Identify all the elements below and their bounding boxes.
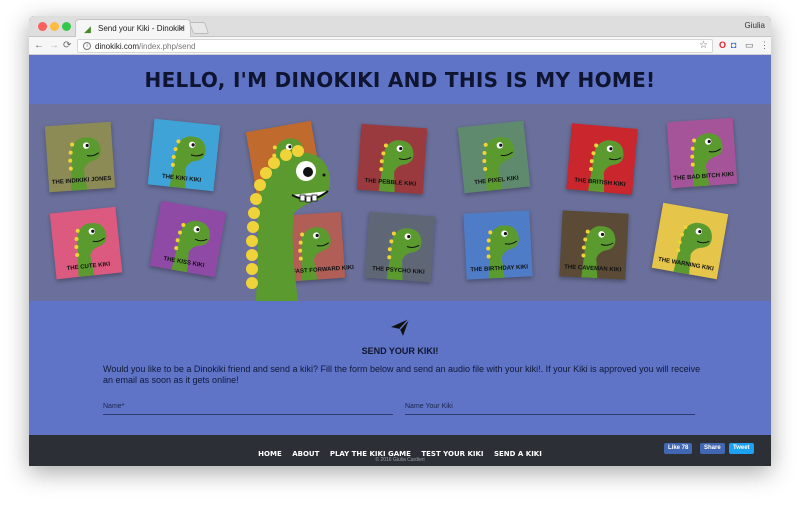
kiki-card[interactable]: THE CAVEMAN KIKI <box>559 210 629 280</box>
cast-icon[interactable]: ▭ <box>745 40 754 51</box>
zoom-window-button[interactable] <box>62 22 71 31</box>
url-path: /index.php/send <box>139 42 196 51</box>
back-icon[interactable]: ← <box>34 40 44 52</box>
kiki-card[interactable]: THE KISS KIKI <box>149 200 227 278</box>
minimize-window-button[interactable] <box>50 22 59 31</box>
tab-send-your-kiki[interactable]: ◢ Send your Kiki - Dinokiki × <box>75 19 191 37</box>
kiki-card[interactable]: THE PEBBLE KIKI <box>356 123 428 195</box>
kiki-card[interactable]: THE INDIKIKI JONES <box>44 121 116 193</box>
reload-icon[interactable]: ⟳ <box>63 40 71 52</box>
close-window-button[interactable] <box>38 22 47 31</box>
tab-title: Send your Kiki - Dinokiki <box>98 24 185 33</box>
send-description: Would you like to be a Dinokiki friend a… <box>103 364 701 385</box>
url-text[interactable]: dinokiki.com/index.php/send <box>95 41 196 52</box>
name-field[interactable]: Name* <box>103 400 393 415</box>
kiki-card[interactable]: THE PSYCHO KIKI <box>364 211 436 283</box>
browser-menu-icon[interactable]: ⋮ <box>760 40 769 51</box>
url-host: dinokiki.com <box>95 42 140 51</box>
profile-name[interactable]: Giulia <box>745 21 765 31</box>
new-tab-button[interactable] <box>188 22 210 34</box>
kiki-name-field[interactable]: Name Your Kiki <box>405 400 695 415</box>
facebook-like-button[interactable]: Like 78 <box>664 443 693 454</box>
info-icon[interactable]: i <box>83 42 91 50</box>
paper-plane-icon <box>391 318 410 336</box>
send-section-title: SEND YOUR KIKI! <box>361 346 439 356</box>
tweet-button[interactable]: Tweet <box>729 443 754 454</box>
tab-close-icon[interactable]: × <box>180 23 185 33</box>
dino-favicon-icon: ◢ <box>84 24 91 34</box>
kiki-card[interactable]: THE KIKI KIKI <box>147 118 221 192</box>
copyright: © 2016 Giulia Cardieri <box>375 457 425 463</box>
kiki-card[interactable]: THE WARNING KIKI <box>651 202 729 280</box>
name-field-label: Name* <box>103 403 125 410</box>
page-content: HELLO, I'M DINOKIKI AND THIS IS MY HOME!… <box>29 55 771 466</box>
kiki-card[interactable]: THE BIRTHDAY KIKI <box>463 210 533 280</box>
bookmark-star-icon[interactable]: ☆ <box>699 40 708 52</box>
browser-window: ◢ Send your Kiki - Dinokiki × Giulia ← →… <box>29 16 771 466</box>
opera-extension-icon[interactable]: O <box>719 40 726 51</box>
facebook-share-button[interactable]: Share <box>700 443 725 454</box>
kiki-card[interactable]: THE PIXEL KIKI <box>457 120 531 194</box>
extension-icon[interactable]: ◘ <box>731 40 736 51</box>
kiki-gallery: THE INDIKIKI JONESTHE KIKI KIKI...KITHE … <box>29 104 771 301</box>
page-title: HELLO, I'M DINOKIKI AND THIS IS MY HOME! <box>144 68 656 92</box>
kiki-card[interactable]: THE BAD BITCH KIKI <box>666 117 738 189</box>
address-bar[interactable]: i dinokiki.com/index.php/send ☆ <box>77 39 713 53</box>
kiki-card[interactable]: THE CUTE KIKI <box>49 206 123 280</box>
forward-icon[interactable]: → <box>49 40 59 52</box>
tab-bar: ◢ Send your Kiki - Dinokiki × Giulia <box>29 16 771 37</box>
kiki-name-field-label: Name Your Kiki <box>405 403 453 410</box>
kiki-card[interactable]: THE BRITISH KIKI <box>566 123 638 195</box>
big-dino-illustration <box>246 145 331 301</box>
browser-toolbar: ← → ⟳ i dinokiki.com/index.php/send ☆ O … <box>29 37 771 55</box>
footer: HOME ABOUT PLAY THE KIKI GAME TEST YOUR … <box>29 435 771 466</box>
